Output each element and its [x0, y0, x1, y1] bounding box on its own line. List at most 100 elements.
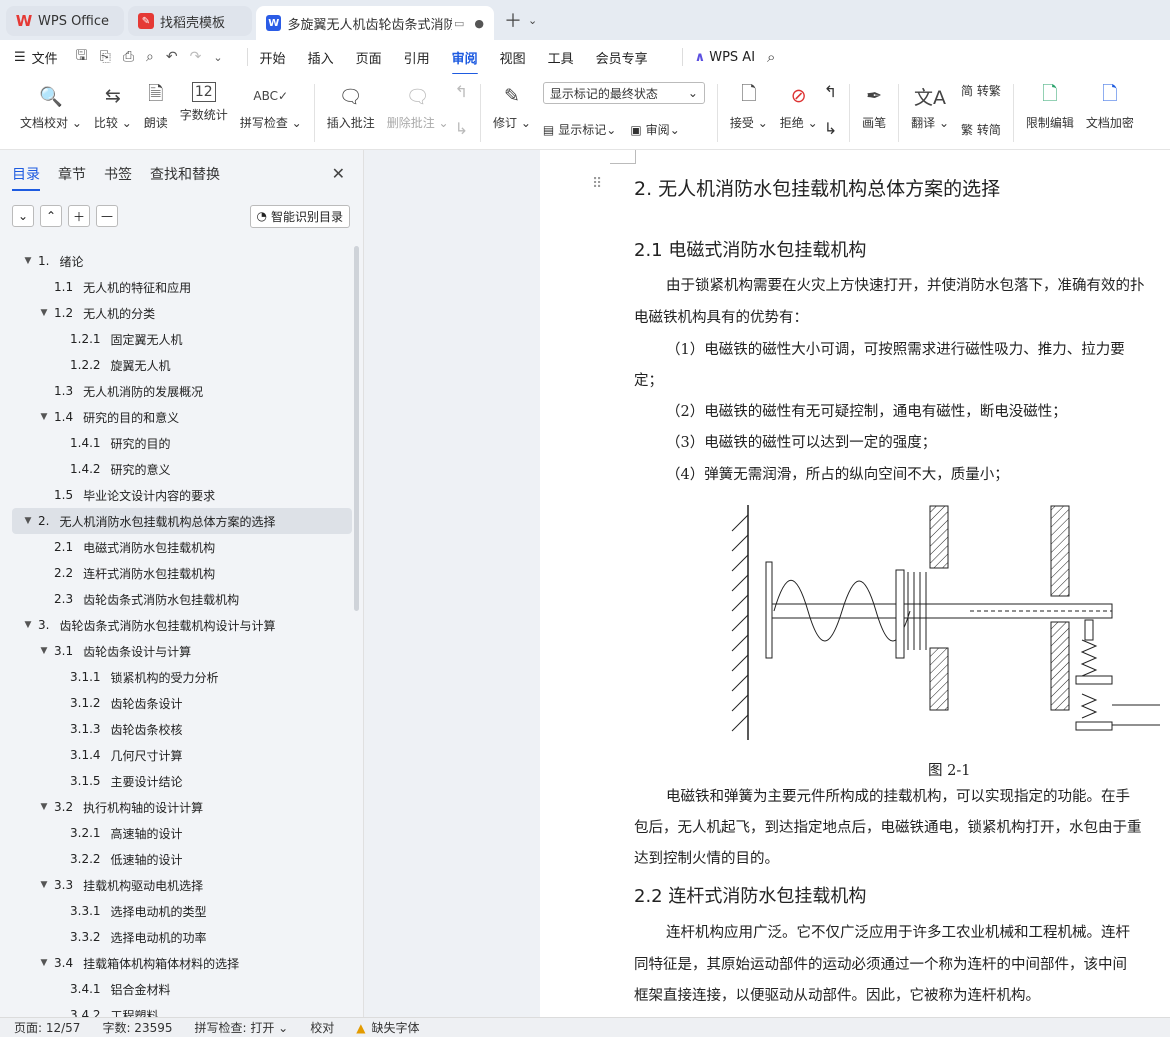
remove-icon[interactable]: —	[96, 205, 118, 227]
expand-arrow-icon[interactable]: ▼	[38, 412, 50, 422]
new-tab-icon[interactable]: ＋	[504, 7, 522, 33]
toc-item[interactable]: 3.3.2 选择电动机的功率	[12, 924, 352, 950]
translate-button[interactable]: 文A 翻译 ⌄	[911, 82, 949, 131]
collapse-icon[interactable]: ⌄	[12, 205, 34, 227]
toc-item[interactable]: 3.2.1 高速轴的设计	[12, 820, 352, 846]
expand-arrow-icon[interactable]: ▼	[38, 958, 50, 968]
revise-button[interactable]: ✎ 修订 ⌄	[493, 82, 531, 131]
smart-toc-button[interactable]: ◔ 智能识别目录	[249, 204, 350, 228]
toc-item[interactable]: 3.1.3 齿轮齿条校核	[12, 716, 352, 742]
menu-wps-ai[interactable]: WPS AI	[709, 50, 755, 65]
encrypt-button[interactable]: 🗋 文档加密	[1086, 82, 1134, 131]
add-icon[interactable]: ＋	[68, 205, 90, 227]
word-count-status[interactable]: 字数: 23595	[102, 1019, 172, 1036]
tab-find-replace[interactable]: 查找和替换	[150, 164, 220, 184]
search-icon[interactable]: ⌕	[767, 48, 775, 66]
redo-icon[interactable]: ↷	[190, 49, 202, 65]
menu-view[interactable]: 视图	[500, 48, 526, 67]
toc-item[interactable]: 2.1 电磁式消防水包挂载机构	[12, 534, 352, 560]
delete-comment-button[interactable]: 🗨 删除批注 ⌄	[387, 82, 449, 131]
expand-arrow-icon[interactable]: ▼	[22, 516, 34, 526]
expand-arrow-icon[interactable]: ▼	[38, 880, 50, 890]
menu-home[interactable]: 开始	[260, 48, 286, 67]
print-preview-icon[interactable]: ⌕	[146, 49, 154, 65]
toc-item[interactable]: 1.1 无人机的特征和应用	[12, 274, 352, 300]
toc-item[interactable]: 1.4.1 研究的目的	[12, 430, 352, 456]
toc-item[interactable]: 2.3 齿轮齿条式消防水包挂载机构	[12, 586, 352, 612]
to-simplified-button[interactable]: 繁 转简	[961, 121, 1001, 138]
review-pane-button[interactable]: ▣ 审阅 ⌄	[630, 121, 679, 138]
page-indicator[interactable]: 页面: 12/57	[14, 1019, 80, 1036]
toc-item[interactable]: 1.4.2 研究的意义	[12, 456, 352, 482]
expand-arrow-icon[interactable]: ▼	[22, 620, 34, 630]
next-comment-icon[interactable]: ↳	[455, 119, 468, 138]
toc-item[interactable]: 3.1.5 主要设计结论	[12, 768, 352, 794]
menu-page[interactable]: 页面	[356, 48, 382, 67]
show-markup-button[interactable]: ▤ 显示标记 ⌄	[543, 121, 616, 138]
restrict-edit-button[interactable]: 🗋 限制编辑	[1026, 82, 1074, 131]
expand-arrow-icon[interactable]: ▼	[38, 308, 50, 318]
toc-item[interactable]: 2.2 连杆式消防水包挂载机构	[12, 560, 352, 586]
missing-font-status[interactable]: ▲ 缺失字体	[356, 1019, 419, 1036]
pen-button[interactable]: ✒ 画笔	[862, 82, 886, 131]
insert-comment-button[interactable]: 🗨 插入批注	[327, 82, 375, 131]
menu-file[interactable]: 文件	[32, 48, 58, 67]
tab-sections[interactable]: 章节	[58, 164, 86, 184]
prev-change-icon[interactable]: ↰	[824, 82, 837, 101]
tab-toc[interactable]: 目录	[12, 164, 40, 191]
markup-state-select[interactable]: 显示标记的最终状态 ⌄	[542, 82, 705, 104]
print-icon[interactable]: ⎙	[123, 49, 134, 65]
expand-icon[interactable]: ⌃	[40, 205, 62, 227]
toc-item[interactable]: 1.3 无人机消防的发展概况	[12, 378, 352, 404]
reject-button[interactable]: ⊘ 拒绝 ⌄	[780, 82, 818, 131]
toc-item[interactable]: 1.5 毕业论文设计内容的要求	[12, 482, 352, 508]
doc-check-button[interactable]: 🔍 文档校对 ⌄	[20, 82, 82, 131]
menu-references[interactable]: 引用	[404, 48, 430, 67]
menu-tools[interactable]: 工具	[548, 48, 574, 67]
hamburger-icon[interactable]: ☰	[14, 50, 26, 65]
toc-item[interactable]: ▼ 2. 无人机消防水包挂载机构总体方案的选择	[12, 508, 352, 534]
compare-button[interactable]: ⇆ 比较 ⌄	[94, 82, 132, 131]
read-aloud-button[interactable]: 🗎 朗读	[144, 82, 168, 131]
toc-item[interactable]: ▼ 3.2 执行机构轴的设计计算	[12, 794, 352, 820]
prev-comment-icon[interactable]: ↰	[455, 82, 468, 101]
spell-check-status[interactable]: 拼写检查: 打开 ⌄	[195, 1019, 289, 1036]
close-dot-icon[interactable]: ●	[474, 17, 484, 30]
tab-current-document[interactable]: W 多旋翼无人机齿轮齿条式消防水 ▭ ●	[256, 6, 494, 40]
toc-item[interactable]: 3.3.1 选择电动机的类型	[12, 898, 352, 924]
toc-item[interactable]: ▼ 3.1 齿轮齿条设计与计算	[12, 638, 352, 664]
toc-item[interactable]: 3.4.1 铝合金材料	[12, 976, 352, 1002]
export-icon[interactable]: ⎘	[100, 49, 111, 65]
expand-arrow-icon[interactable]: ▼	[38, 646, 50, 656]
toc-item[interactable]: 1.2.1 固定翼无人机	[12, 326, 352, 352]
menu-review[interactable]: 审阅	[451, 48, 478, 75]
toc-item[interactable]: ▼ 1.2 无人机的分类	[12, 300, 352, 326]
toc-scrollbar[interactable]	[354, 246, 359, 611]
menu-member[interactable]: 会员专享	[596, 48, 648, 67]
toc-item[interactable]: 3.2.2 低速轴的设计	[12, 846, 352, 872]
chevron-down-icon[interactable]: ⌄	[528, 14, 537, 27]
document-page[interactable]: ⠿ 2. 无人机消防水包挂载机构总体方案的选择 2.1 电磁式消防水包挂载机构 …	[540, 150, 1170, 1017]
expand-arrow-icon[interactable]: ▼	[38, 802, 50, 812]
toc-item[interactable]: ▼ 3.4 挂载箱体机构箱体材料的选择	[12, 950, 352, 976]
word-count-button[interactable]: 12 字数统计	[180, 82, 228, 123]
undo-icon[interactable]: ↶	[166, 49, 178, 65]
toc-item[interactable]: ▼ 3.3 挂载机构驱动电机选择	[12, 872, 352, 898]
save-icon[interactable]: 🖫	[76, 45, 88, 69]
accept-button[interactable]: 🗋 接受 ⌄	[730, 82, 768, 131]
menu-insert[interactable]: 插入	[308, 48, 334, 67]
toc-item[interactable]: ▼ 1.4 研究的目的和意义	[12, 404, 352, 430]
toc-item[interactable]: 1.2.2 旋翼无人机	[12, 352, 352, 378]
expand-arrow-icon[interactable]: ▼	[22, 256, 34, 266]
drag-handle-icon[interactable]: ⠿	[592, 176, 602, 192]
close-icon[interactable]: ✕	[332, 164, 345, 183]
toc-item[interactable]: ▼ 1. 绪论	[12, 248, 352, 274]
to-traditional-button[interactable]: 简 转繁	[961, 82, 1001, 99]
toc-item[interactable]: 3.4.2 工程塑料	[12, 1002, 352, 1017]
next-change-icon[interactable]: ↳	[824, 119, 837, 138]
tab-docer-templates[interactable]: ✎ 找稻壳模板	[128, 6, 252, 36]
toc-item[interactable]: 3.1.2 齿轮齿条设计	[12, 690, 352, 716]
toc-item[interactable]: 3.1.4 几何尺寸计算	[12, 742, 352, 768]
tab-bookmarks[interactable]: 书签	[104, 164, 132, 184]
spell-check-button[interactable]: ABC✓ 拼写检查 ⌄	[240, 82, 302, 131]
